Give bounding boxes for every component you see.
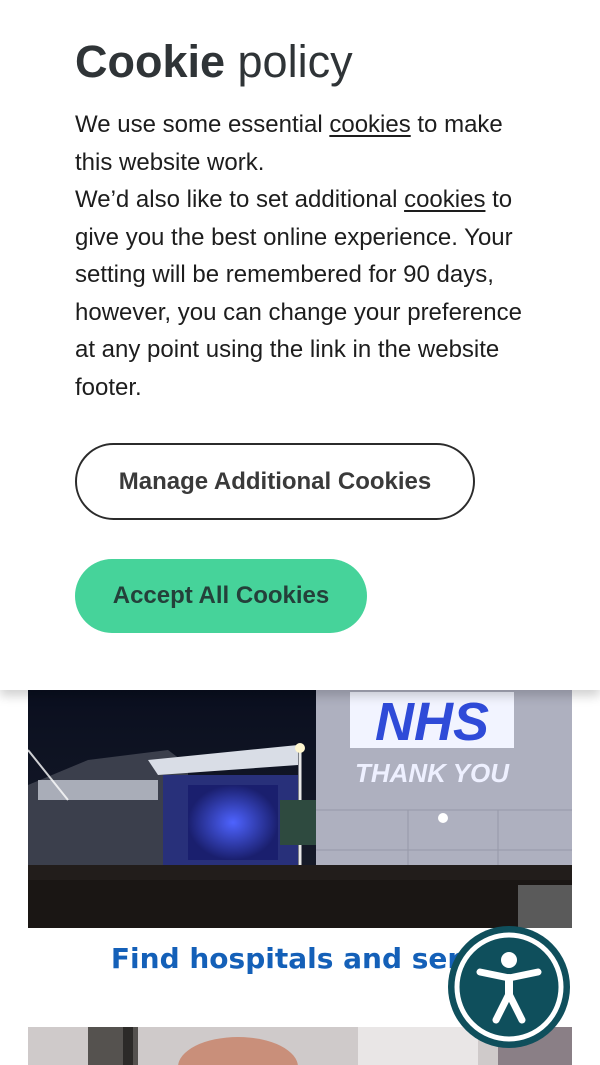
cookie-additional-paragraph: We’d also like to set additional cookies… [75,181,545,406]
accessibility-button[interactable] [448,926,570,1048]
hospital-hero-image: NHS THANK YOU [28,690,572,928]
additional-cookies-link[interactable]: cookies [404,186,485,213]
page: NHS THANK YOU Find hospitals and servi C… [0,0,600,1065]
cookie-text-segment: to give you the best online experience. … [75,186,522,401]
manage-additional-cookies-button[interactable]: Manage Additional Cookies [75,443,475,520]
accept-all-cookies-button[interactable]: Accept All Cookies [75,559,367,633]
cookie-title-rest: policy [225,36,353,87]
cookie-essential-paragraph: We use some essential cookies to make th… [75,106,545,181]
cookie-banner: Cookie policy We use some essential cook… [0,0,600,690]
cookie-description: We use some essential cookies to make th… [75,106,545,406]
cookie-text-segment: We use some essential [75,111,330,138]
cookie-text-segment: We’d also like to set additional [75,186,405,213]
cookie-title: Cookie policy [75,34,353,90]
accessibility-person-icon [452,930,566,1044]
essential-cookies-link[interactable]: cookies [329,111,410,138]
nhs-sign-text: NHS [375,692,489,752]
thank-you-sign-text: THANK YOU [355,758,510,788]
cookie-title-bold: Cookie [75,36,226,87]
